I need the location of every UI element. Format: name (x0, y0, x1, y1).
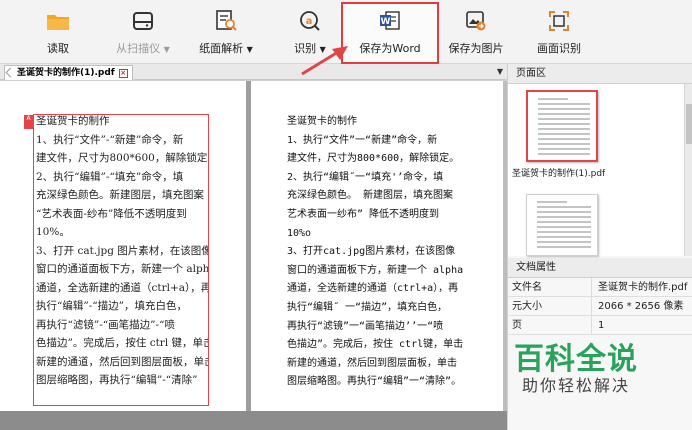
svg-text:a: a (306, 16, 313, 27)
svg-text:W: W (381, 17, 391, 27)
document-tab[interactable]: 圣诞贺卡的制作(1).pdf × (4, 65, 133, 80)
source-text-line: 建文件，尺寸为800*600，解除锁定。 (36, 152, 208, 164)
source-text-line: 圣诞贺卡的制作 (36, 115, 110, 127)
document-bottom-bar (0, 411, 507, 430)
scrollbar-thumb[interactable] (686, 104, 692, 144)
scanner-icon (130, 8, 156, 34)
ocr-text-line: 艺术表面一纱布” 降低不透明度到 (287, 208, 440, 220)
page-thumbnails: 圣诞贺卡的制作(1).pdf (508, 84, 684, 256)
ocr-text-line: 图层缩略图。再执行“编辑”一“清除”。 (287, 376, 462, 388)
ocr-result-pane[interactable]: 圣诞贺卡的制作 1、执行“文件”一“新建”命令，新建文件，尺寸为800*600，解… (251, 81, 503, 411)
page-analysis-label: 纸面解析 ▼ (199, 42, 253, 55)
save-as-word-label: 保存为Word (359, 42, 421, 55)
folder-icon (45, 8, 71, 34)
ocr-text-line: 圣诞贺卡的制作 (287, 116, 357, 127)
save-as-image-label: 保存为图片 (448, 42, 504, 55)
source-text-line: 窗口的通道面板下方，新建一个 alpha (36, 263, 208, 275)
source-text-line: 充深绿色颜色。新建图层，填充图案 (36, 189, 204, 201)
ocr-text-line: 充深绿色颜色。 新建图层，填充图案 (287, 190, 454, 202)
source-text-line: 10%。 (36, 226, 70, 238)
ocr-text-line: 2、执行“编辑˝一“填充'’命令，填 (287, 171, 444, 183)
ocr-text: 圣诞贺卡的制作 1、执行“文件”一“新建”命令，新建文件，尺寸为800*600，解… (287, 113, 497, 392)
image-icon (463, 8, 489, 34)
thumbnail-scrollbar[interactable] (684, 84, 692, 256)
ocr-text-line: 3、打开cat.jpg图片素材，在该图像 (287, 246, 456, 258)
ocr-text-line: 新建的通道，然后回到图层面板，单击 (287, 357, 457, 369)
screen-recognize-button[interactable]: 画面识别 (532, 4, 586, 60)
save-as-image-button[interactable]: 保存为图片 (446, 4, 506, 60)
page-thumbnail-2[interactable] (526, 194, 598, 256)
read-label: 读取 (47, 42, 69, 55)
source-text-line: 色描边”。完成后，按住 ctrl 键，单击 (36, 337, 208, 349)
read-button[interactable]: 读取 (38, 4, 78, 60)
tab-corner-icon (5, 67, 16, 78)
source-text-line: 图层缩略图，再执行“编辑”-“清除” (36, 374, 198, 386)
region-tag: A (24, 115, 33, 129)
ocr-text-line: 建文件，尺寸为800*600，解除锁定。 (287, 153, 460, 165)
source-text-line: 再执行“滤镜”-“画笔描边”-“喷 (36, 318, 175, 331)
thumbnail-caption: 圣诞贺卡的制作(1).pdf (512, 169, 606, 179)
close-icon[interactable]: × (118, 68, 128, 78)
ocr-text-line: 色描边”。完成后，按住 ctrl键，单击 (287, 339, 464, 351)
document-tab-title: 圣诞贺卡的制作(1).pdf (17, 67, 115, 78)
property-value: 2066 * 2656 像素 (598, 301, 684, 312)
watermark: 百科全说 助你轻松解决 (500, 318, 650, 402)
screen-recognize-label: 画面识别 (537, 42, 581, 55)
source-image-pane[interactable]: A 圣诞贺卡的制作 1、执行“文件”-“新建”命令，新建文件，尺寸为800*600… (0, 81, 246, 411)
source-text-line: 通道，全选新建的通道（ctrl+a），再 (36, 281, 208, 294)
screen-capture-icon (546, 8, 572, 34)
property-value: 圣诞贺卡的制作.pdf (598, 282, 688, 293)
document-tab-strip: 圣诞贺卡的制作(1).pdf × ▼ (0, 64, 507, 80)
page-analysis-button[interactable]: 纸面解析 ▼ (194, 4, 258, 60)
recognize-icon: a (297, 8, 323, 34)
pages-panel-header: 页面区 (508, 64, 692, 84)
source-text-line: 1、执行“文件”-“新建”命令，新 (36, 133, 184, 146)
source-text: 圣诞贺卡的制作 1、执行“文件”-“新建”命令，新建文件，尺寸为800*600，解… (36, 112, 208, 390)
word-icon: W (377, 8, 403, 34)
property-key: 文件名 (508, 278, 592, 296)
source-text-line: 3、打开 cat.jpg 图片素材，在该图像 (36, 244, 208, 257)
source-text-line: 新建的通道，然后回到图层面板，单击 (36, 355, 208, 368)
tab-list-dropdown[interactable]: ▼ (497, 67, 503, 76)
ocr-text-line: 窗口的通道面板下方，新建一个 alpha (287, 264, 464, 276)
property-key: 元大小 (508, 297, 592, 315)
source-text-line: “艺术表面-纱布”降低不透明度到 (36, 207, 187, 220)
property-row: 元大小 2066 * 2656 像素 (508, 297, 692, 316)
document-area: A 圣诞贺卡的制作 1、执行“文件”-“新建”命令，新建文件，尺寸为800*600… (0, 81, 507, 430)
ocr-text-line: 再执行“滤镜”一“画笔描边’’一“喷 (287, 320, 444, 332)
scanner-button[interactable]: 从扫描仪 ▼ (110, 4, 176, 60)
source-text-line: 2、执行“编辑”-“填充”命令，填 (36, 170, 184, 183)
ocr-text-line: 执行“编辑˝ 一“描边”，填充白色， (287, 301, 448, 313)
scanner-label: 从扫描仪 ▼ (116, 42, 170, 55)
property-row: 文件名 圣诞贺卡的制作.pdf (508, 278, 692, 297)
page-thumbnail-1[interactable] (526, 90, 598, 162)
annotation-arrow-icon (301, 46, 348, 76)
ocr-text-line: 1、执行“文件”一“新建”命令，新 (287, 134, 438, 146)
source-text-line: 执行“编辑”-“描边”，填充白色， (36, 300, 188, 312)
watermark-subtitle: 助你轻松解决 (522, 376, 631, 395)
ocr-text-line: 10%o (287, 227, 312, 239)
ocr-text-line: 通道，全选新建的通道（ctrl+a），再 (287, 283, 459, 295)
page-analysis-icon (213, 8, 239, 34)
properties-panel-header: 文档属性 (508, 258, 692, 278)
